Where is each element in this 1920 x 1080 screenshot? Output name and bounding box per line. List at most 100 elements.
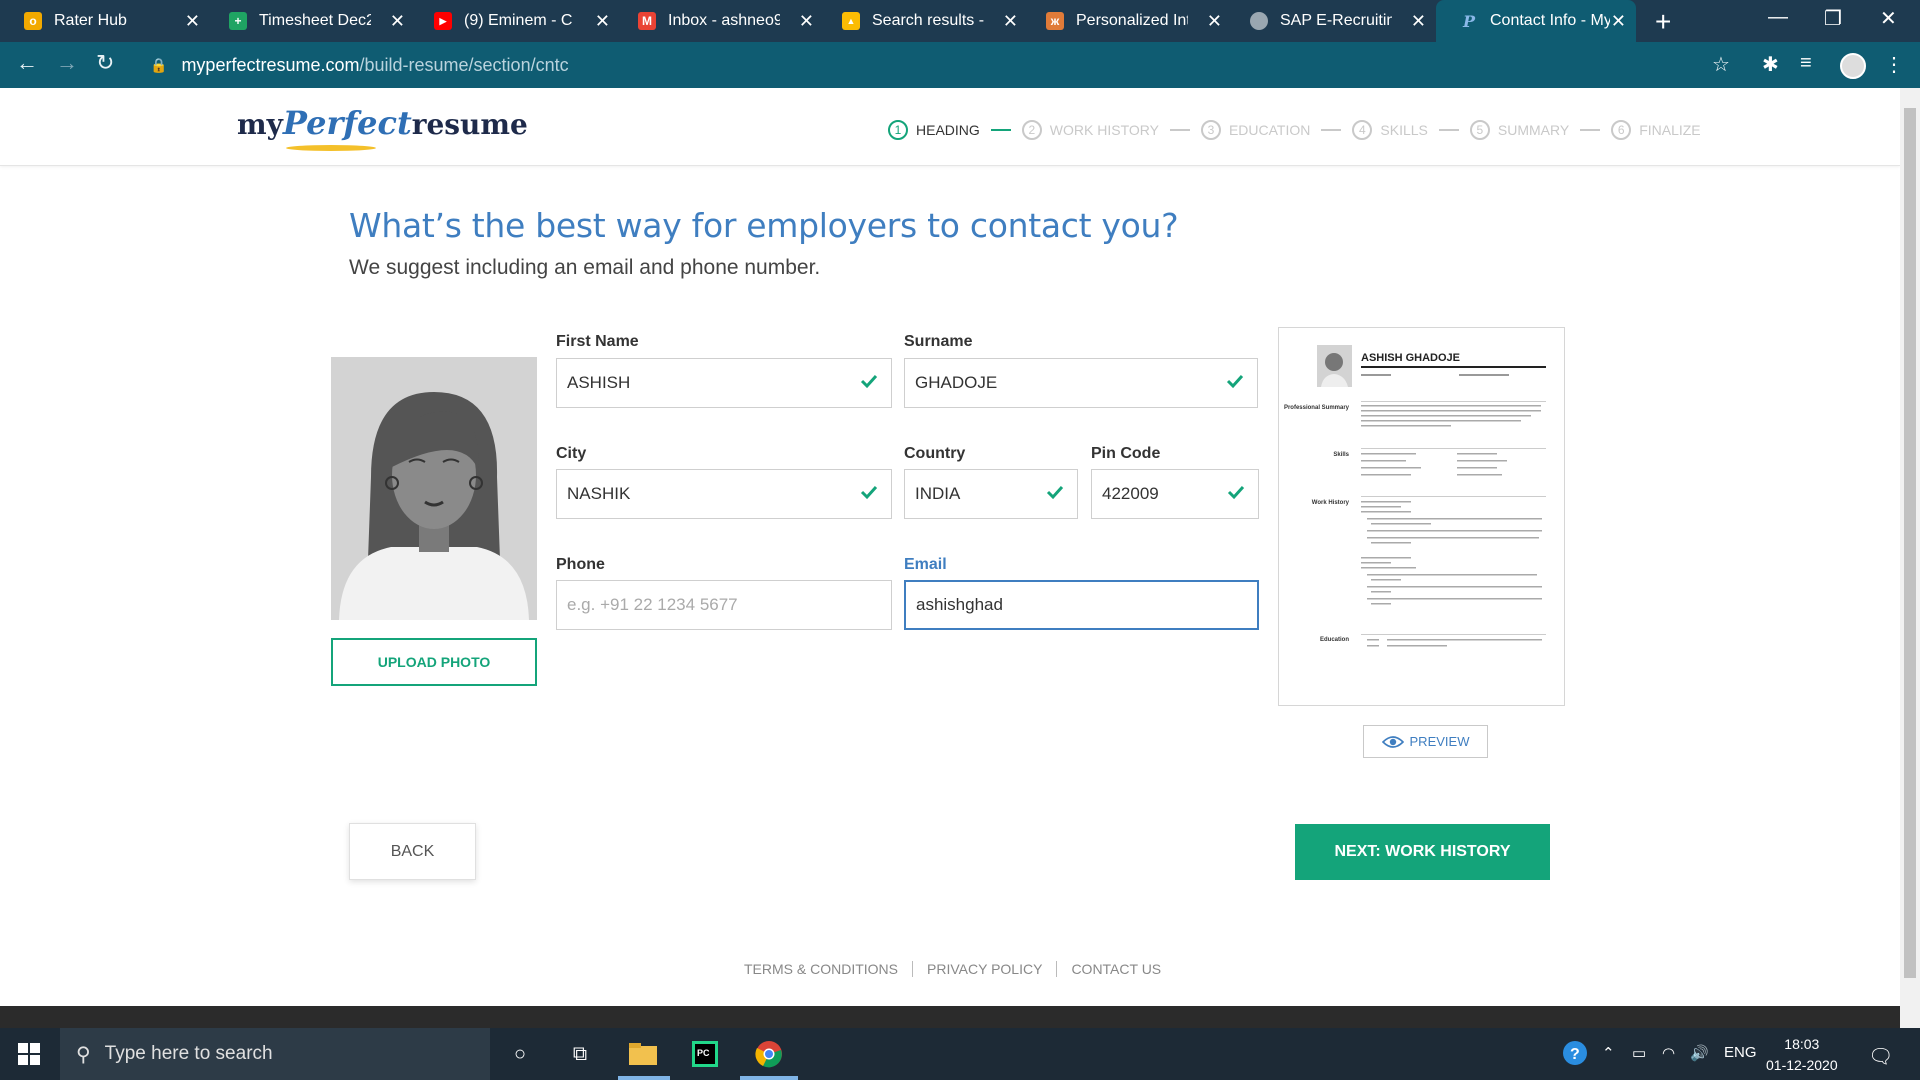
active-app-indicator: [618, 1076, 670, 1080]
resume-section-skills: Skills: [1333, 452, 1349, 458]
close-icon[interactable]: ✕: [185, 11, 200, 32]
email-field[interactable]: ashishghad: [904, 580, 1259, 630]
footer-divider: [912, 961, 914, 977]
profile-avatar[interactable]: [1840, 53, 1866, 79]
preview-button[interactable]: PREVIEW: [1363, 725, 1488, 758]
myperfectresume-icon: P: [1462, 11, 1476, 31]
reading-list-icon[interactable]: ≡: [1800, 52, 1812, 75]
upload-photo-button[interactable]: UPLOAD PHOTO: [331, 638, 537, 686]
close-icon[interactable]: ✕: [799, 11, 814, 32]
tab-rater-hub[interactable]: o Rater Hub ✕: [0, 0, 210, 42]
chrome-icon[interactable]: [754, 1039, 784, 1069]
reload-icon[interactable]: ↻: [96, 50, 114, 76]
footer-links: TERMS & CONDITIONS PRIVACY POLICY CONTAC…: [744, 961, 1161, 977]
language-indicator[interactable]: ENG: [1724, 1044, 1757, 1061]
step-divider: [990, 129, 1011, 131]
task-view-icon[interactable]: ⧉: [565, 1039, 595, 1069]
back-arrow-icon[interactable]: ←: [16, 50, 38, 76]
footer-divider: [1056, 961, 1058, 977]
help-icon[interactable]: ?: [1562, 1040, 1588, 1070]
page-title: What’s the best way for employers to con…: [349, 206, 1179, 245]
close-icon[interactable]: ✕: [1411, 11, 1426, 32]
gmail-icon: M: [638, 12, 656, 30]
web-page: myPerfectresume 1 HEADING 2 WORK HISTORY…: [0, 88, 1900, 1028]
avatar-silhouette-icon: [331, 357, 537, 620]
step-divider: [1169, 129, 1190, 131]
resume-name: ASHISH GHADOJE: [1361, 352, 1460, 364]
back-button[interactable]: BACK: [349, 823, 476, 880]
next-work-history-button[interactable]: NEXT: WORK HISTORY: [1295, 824, 1550, 880]
resume-section-education: Education: [1320, 637, 1349, 643]
taskbar-search-box[interactable]: ⚲ Type here to search: [60, 1028, 490, 1080]
battery-icon[interactable]: ▭: [1632, 1044, 1646, 1062]
surname-field[interactable]: GHADOJE: [904, 358, 1258, 408]
checkmark-icon: [860, 485, 878, 500]
city-field[interactable]: NASHIK: [556, 469, 892, 519]
close-icon[interactable]: ✕: [1611, 11, 1626, 32]
phone-field[interactable]: e.g. +91 22 1234 5677: [556, 580, 892, 630]
resume-section-summary: Professional Summary: [1284, 405, 1350, 411]
privacy-link[interactable]: PRIVACY POLICY: [927, 961, 1042, 977]
step-heading: 1 HEADING: [888, 120, 980, 140]
resume-thumbnail: ASHISH GHADOJE Professional Summary Skil…: [1284, 345, 1546, 647]
step-summary: 5 SUMMARY: [1469, 120, 1569, 140]
youtube-icon: ▶: [434, 12, 452, 30]
eye-icon: [1381, 735, 1404, 748]
first-name-field[interactable]: ASHISH: [556, 358, 892, 408]
tab-sap[interactable]: SAP E-Recruiting ✕: [1226, 0, 1436, 42]
extensions-icon[interactable]: ✱: [1762, 52, 1779, 77]
svg-text:?: ?: [1570, 1046, 1580, 1063]
surname-label: Surname: [904, 333, 973, 350]
close-icon[interactable]: ✕: [595, 11, 610, 32]
pycharm-icon[interactable]: PC: [690, 1039, 720, 1069]
country-field[interactable]: INDIA: [904, 469, 1078, 519]
phone-label: Phone: [556, 556, 605, 573]
photo-placeholder: [331, 357, 537, 620]
close-icon[interactable]: ✕: [1207, 11, 1222, 32]
step-divider: [1321, 129, 1342, 131]
tab-personalized[interactable]: ж Personalized Intern ✕: [1022, 0, 1232, 42]
resume-preview-card[interactable]: ASHISH GHADOJE Professional Summary Skil…: [1278, 327, 1565, 706]
page-scrollbar[interactable]: [1900, 88, 1920, 1028]
notifications-icon[interactable]: 🗨: [1868, 1044, 1893, 1069]
drive-icon: ▲: [842, 12, 860, 30]
checkmark-icon: [1226, 374, 1244, 389]
progress-steps: 1 HEADING 2 WORK HISTORY 3 EDUCATION 4 S…: [888, 120, 1701, 140]
forward-arrow-icon[interactable]: →: [56, 50, 78, 76]
browser-toolbar: ← → ↻ 🔒 myperfectresume.com/build-resume…: [0, 42, 1920, 88]
file-explorer-icon[interactable]: [628, 1039, 658, 1069]
pin-code-field[interactable]: 422009: [1091, 469, 1259, 519]
bookmark-star-icon[interactable]: ☆: [1712, 52, 1730, 77]
close-icon[interactable]: ✕: [1003, 11, 1018, 32]
menu-icon[interactable]: ⋮: [1884, 52, 1904, 77]
terms-link[interactable]: TERMS & CONDITIONS: [744, 961, 898, 977]
step-education: 3 EDUCATION: [1200, 120, 1310, 140]
site-logo[interactable]: myPerfectresume: [237, 104, 528, 142]
contact-link[interactable]: CONTACT US: [1071, 961, 1161, 977]
volume-icon[interactable]: 🔊: [1690, 1044, 1709, 1062]
window-close-icon[interactable]: ✕: [1880, 6, 1897, 31]
cortana-icon[interactable]: ○: [505, 1039, 535, 1069]
windows-start-icon[interactable]: [18, 1043, 40, 1065]
tab-timesheet[interactable]: + Timesheet Dec20 ✕: [205, 0, 415, 42]
tab-youtube[interactable]: ▶ (9) Eminem - C ✕: [410, 0, 620, 42]
close-icon[interactable]: ✕: [390, 11, 405, 32]
tab-gmail[interactable]: M Inbox - ashneo95( ✕: [614, 0, 824, 42]
wifi-icon[interactable]: ◠: [1662, 1044, 1675, 1062]
chevron-up-icon[interactable]: ⌃: [1602, 1044, 1615, 1062]
minimize-icon[interactable]: —: [1768, 6, 1788, 29]
site-header: myPerfectresume 1 HEADING 2 WORK HISTORY…: [0, 88, 1900, 166]
system-clock[interactable]: 18:03 01-12-2020: [1766, 1034, 1838, 1076]
butterfly-icon: ж: [1046, 12, 1064, 30]
address-bar[interactable]: 🔒 myperfectresume.com/build-resume/secti…: [150, 54, 569, 76]
page-subtitle: We suggest including an email and phone …: [349, 256, 821, 279]
scrollbar-thumb[interactable]: [1904, 108, 1916, 978]
tab-drive-search[interactable]: ▲ Search results - Gc ✕: [818, 0, 1028, 42]
tab-contact-info[interactable]: P Contact Info - My P ✕: [1436, 0, 1636, 42]
restore-icon[interactable]: ❐: [1824, 6, 1842, 31]
checkmark-icon: [1227, 485, 1245, 500]
country-label: Country: [904, 445, 966, 462]
new-tab-button[interactable]: +: [1655, 6, 1671, 38]
resume-section-work: Work History: [1312, 500, 1350, 506]
logo-swoosh: [286, 145, 376, 151]
